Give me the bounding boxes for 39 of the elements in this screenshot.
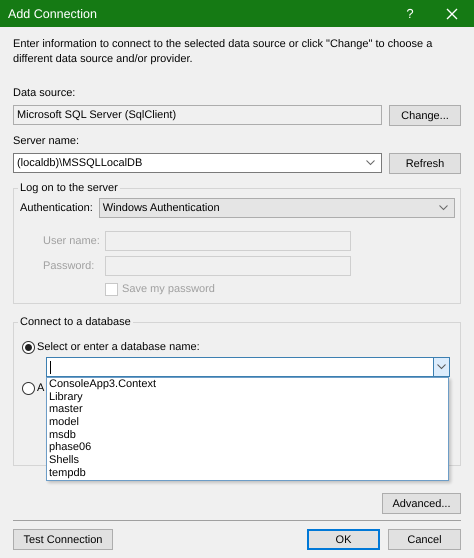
radio-button[interactable]	[22, 382, 35, 395]
dropdown-item[interactable]: Library	[49, 390, 446, 404]
input-field[interactable]	[105, 231, 351, 251]
advanced-button[interactable]: Advanced...	[382, 493, 461, 514]
group-title: Connect to a database	[19, 316, 132, 328]
chevron-down-icon	[366, 160, 375, 166]
data-source-field[interactable]: Microsoft SQL Server (SqlClient)	[13, 105, 382, 125]
change-button[interactable]: Change...	[389, 105, 461, 126]
field-label: Server name:	[13, 134, 80, 149]
group-title: Log on to the server	[19, 182, 119, 194]
dropdown-item[interactable]: Shells	[49, 454, 446, 467]
radio-button[interactable]	[22, 341, 35, 354]
dropdown-item[interactable]: model	[49, 416, 446, 429]
field-label: User name:	[42, 234, 101, 248]
checkbox-label: Save my password	[122, 282, 215, 297]
chevron-down-icon	[438, 205, 448, 211]
database-combo[interactable]	[46, 357, 450, 377]
field-label: Password:	[42, 258, 96, 274]
server-name-combo[interactable]: (localdb)\MSSQLLocalDB	[13, 153, 382, 173]
dropdown-item[interactable]: msdb	[49, 428, 446, 442]
dropdown-item[interactable]: ConsoleApp3.Context	[49, 378, 446, 391]
dialog-button[interactable]: OK	[307, 529, 380, 550]
dropdown-item[interactable]: tempdb	[49, 466, 446, 480]
input-field[interactable]	[105, 256, 351, 276]
dialog-button[interactable]: Cancel	[388, 529, 461, 550]
close-icon	[446, 8, 458, 20]
dropdown-item[interactable]: phase06	[49, 441, 446, 454]
field-label: Authentication:	[20, 200, 93, 216]
authentication-combo[interactable]: Windows Authentication	[98, 198, 455, 218]
refresh-button[interactable]: Refresh	[389, 153, 461, 174]
chevron-down-icon	[437, 364, 446, 370]
window-title: Add Connection	[7, 6, 98, 20]
radio-label: A	[37, 381, 44, 396]
dialog-button[interactable]: Test Connection	[13, 529, 113, 550]
help-button[interactable]: ?	[390, 0, 430, 27]
field-label: Data source:	[13, 86, 76, 101]
radio-label: Select or enter a database name:	[37, 340, 200, 355]
instruction-text: Enter information to connect to the selected data source or click "Change" to choose a different data source and/or provider.	[13, 37, 434, 67]
dropdown-item[interactable]: master	[49, 403, 446, 416]
